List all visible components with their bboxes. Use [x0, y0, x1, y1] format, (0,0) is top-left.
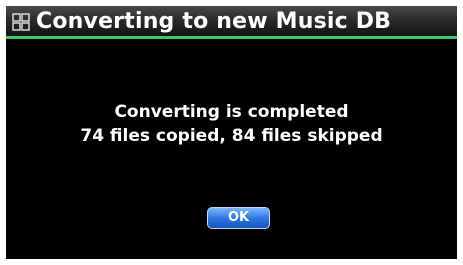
files-summary: 74 files copied, 84 files skipped — [80, 126, 383, 146]
status-message: Converting is completed — [114, 102, 349, 122]
dialog-screen: Converting to new Music DB Converting is… — [6, 6, 457, 259]
grid-icon — [12, 13, 30, 31]
ok-button[interactable]: OK — [207, 207, 270, 229]
title-bar: Converting to new Music DB — [6, 6, 457, 39]
dialog-title: Converting to new Music DB — [36, 9, 392, 34]
